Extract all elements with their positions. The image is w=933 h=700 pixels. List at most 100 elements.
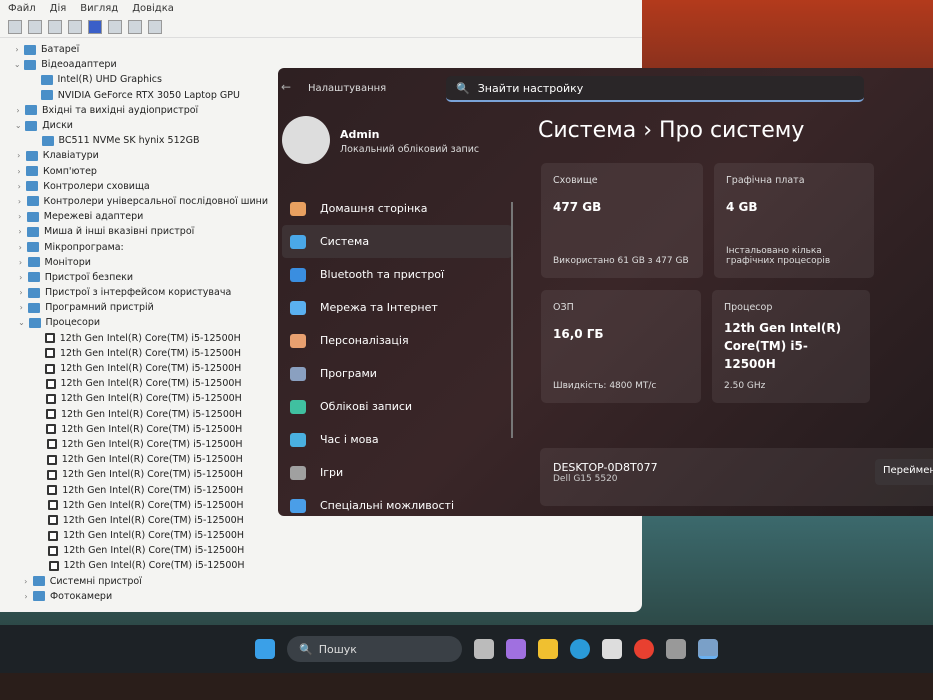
device-icon (27, 257, 40, 268)
device-icon (26, 196, 39, 207)
rename-button[interactable]: Перейменувати (875, 459, 933, 485)
forward-icon[interactable] (28, 19, 42, 34)
processor-icon (46, 439, 57, 450)
storage-value: 477 GB (553, 200, 602, 214)
view-icon[interactable] (68, 19, 82, 34)
nav-label: Мережа та Інтернет (320, 301, 438, 314)
chevron-right-icon[interactable]: › (16, 258, 26, 267)
chevron-down-icon[interactable]: ⌄ (12, 60, 22, 69)
back-arrow-icon[interactable]: ← (281, 80, 291, 94)
nav-label: Bluetooth та пристрої (320, 268, 445, 281)
tree-node[interactable]: › Системні пристрої (0, 574, 642, 589)
edge-icon[interactable] (570, 639, 590, 659)
tree-node-label: 12th Gen Intel(R) Core(TM) i5-12500H (62, 514, 244, 526)
chevron-right-icon[interactable]: › (16, 303, 26, 312)
task-view-icon[interactable] (474, 639, 494, 659)
nav-item[interactable]: Облікові записи (282, 390, 512, 423)
nav-label: Система (320, 235, 370, 248)
settings-gear-icon[interactable] (698, 639, 718, 659)
copilot-icon[interactable] (506, 639, 526, 659)
cpu-value: 12th Gen Intel(R) Core(TM) i5-12500H (724, 321, 842, 371)
chevron-right-icon[interactable]: › (14, 167, 24, 176)
chevron-right-icon[interactable]: › (15, 243, 25, 252)
help-icon[interactable] (88, 19, 102, 34)
store-icon[interactable] (602, 639, 622, 659)
tree-node-label: BC511 NVMe SK hynix 512GB (58, 135, 200, 147)
tree-node-label: 12th Gen Intel(R) Core(TM) i5-12500H (62, 484, 244, 496)
tree-node[interactable]: 12th Gen Intel(R) Core(TM) i5-12500H (0, 558, 642, 573)
processor-icon (45, 378, 56, 389)
tree-node-label: 12th Gen Intel(R) Core(TM) i5-12500H (61, 438, 243, 450)
tree-node[interactable]: › Фотокамери (0, 589, 642, 604)
storage-card[interactable]: Сховище 477 GB Використано 61 GB з 477 G… (541, 163, 703, 278)
nav-item[interactable]: Час і мова (282, 423, 512, 456)
chevron-right-icon[interactable]: › (21, 592, 31, 601)
update-driver-icon[interactable] (128, 19, 142, 34)
gpu-card[interactable]: Графічна плата 4 GB Інстальовано кілька … (714, 163, 874, 278)
chevron-right-icon[interactable]: › (16, 288, 26, 297)
tree-node[interactable]: › Батареї (0, 42, 642, 57)
menu-item[interactable]: Файл (8, 3, 36, 14)
nav-item[interactable]: Bluetooth та пристрої (282, 258, 512, 291)
device-icon (32, 576, 45, 587)
chevron-right-icon[interactable]: › (12, 45, 22, 54)
device-icon (25, 105, 37, 116)
properties-icon[interactable] (48, 19, 62, 34)
menu-item[interactable]: Довідка (132, 3, 174, 14)
processor-icon (46, 424, 57, 435)
start-icon[interactable] (255, 639, 275, 659)
chevron-right-icon[interactable]: › (14, 151, 24, 160)
tree-node-label: 12th Gen Intel(R) Core(TM) i5-12500H (62, 469, 244, 481)
chevron-right-icon[interactable]: › (15, 227, 25, 236)
settings-search-input[interactable]: 🔍 Знайти настройку (446, 76, 864, 102)
nav-item[interactable]: Персоналізація (282, 324, 512, 357)
chevron-right-icon[interactable]: › (15, 197, 25, 206)
device-manager-icon[interactable] (666, 639, 686, 659)
action-icon[interactable] (108, 19, 122, 34)
scan-hardware-icon[interactable] (148, 19, 162, 34)
nav-item[interactable]: Програми (282, 357, 512, 390)
chevron-right-icon[interactable]: › (13, 106, 23, 115)
tree-node-label: Клавіатури (42, 150, 99, 162)
tree-node-label: Процесори (45, 317, 101, 329)
chevron-right-icon[interactable]: › (21, 577, 31, 586)
nav-icon (290, 498, 306, 513)
nav-label: Час і мова (320, 433, 379, 446)
nav-icon (290, 300, 306, 315)
chevron-right-icon[interactable]: › (15, 212, 25, 221)
avatar[interactable] (282, 116, 330, 164)
taskbar-search[interactable]: 🔍 Пошук (287, 636, 462, 662)
breadcrumb-parent[interactable]: Система (538, 118, 636, 143)
menu-item[interactable]: Дія (50, 3, 67, 14)
device-icon (26, 166, 38, 177)
tree-node[interactable]: 12th Gen Intel(R) Core(TM) i5-12500H (0, 528, 642, 543)
nav-item[interactable]: Ігри (282, 456, 512, 489)
file-explorer-icon[interactable] (538, 639, 558, 659)
nav-item[interactable]: Мережа та Інтернет (282, 291, 512, 324)
nav-item[interactable]: Спеціальні можливості (282, 489, 512, 516)
nav-icon (290, 267, 306, 282)
nav-icon (290, 399, 306, 414)
nav-scrollbar[interactable] (511, 202, 513, 438)
nav-item[interactable]: Домашня сторінка (282, 192, 512, 225)
device-icon (24, 44, 36, 55)
chevron-down-icon[interactable]: ⌄ (17, 318, 27, 327)
back-icon[interactable] (8, 19, 22, 34)
device-icon (40, 90, 53, 101)
menu-item[interactable]: Вигляд (80, 3, 118, 14)
nav-item[interactable]: Система (282, 225, 512, 258)
ram-card[interactable]: ОЗП 16,0 ГБ Швидкість: 4800 МТ/с (541, 290, 701, 403)
device-icon (28, 287, 40, 298)
nav-label: Домашня сторінка (320, 202, 428, 215)
processor-icon (46, 454, 57, 465)
taskbar: 🔍 Пошук (0, 625, 933, 673)
cpu-card[interactable]: Процесор 12th Gen Intel(R) Core(TM) i5-1… (712, 290, 870, 403)
processor-icon (48, 560, 59, 571)
chevron-right-icon[interactable]: › (16, 273, 26, 282)
chevron-down-icon[interactable]: ⌄ (13, 121, 23, 130)
chrome-icon[interactable] (634, 639, 654, 659)
tree-node-label: Мережеві адаптери (43, 211, 144, 223)
settings-window: ← Налаштування 🔍 Знайти настройку Admin … (278, 68, 933, 516)
chevron-right-icon[interactable]: › (14, 182, 24, 191)
tree-node[interactable]: 12th Gen Intel(R) Core(TM) i5-12500H (0, 543, 642, 558)
